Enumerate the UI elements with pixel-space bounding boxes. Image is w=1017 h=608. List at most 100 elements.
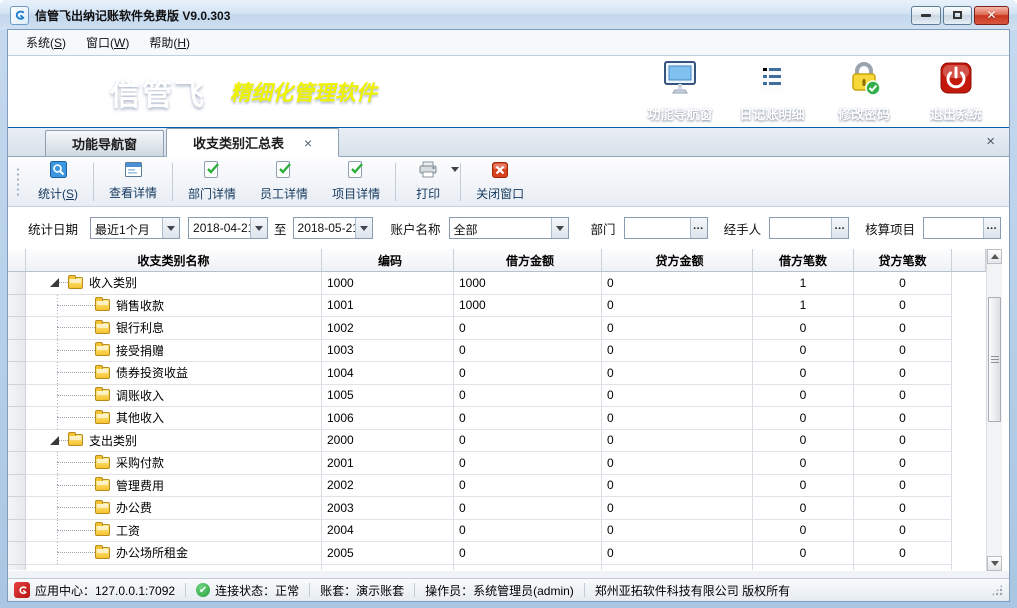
department-field[interactable]: …: [624, 217, 708, 239]
exit-system-button[interactable]: 退出系统: [915, 60, 997, 123]
folder-icon: [95, 524, 110, 536]
table-row[interactable]: 办公费 2003 0 0 0 0: [8, 497, 986, 520]
project-details-icon: [348, 161, 364, 183]
folder-icon: [95, 412, 110, 424]
employee-details-button[interactable]: 员工详情: [248, 158, 320, 205]
chevron-down-icon[interactable]: [551, 218, 568, 238]
tab-close-icon[interactable]: ×: [304, 136, 312, 150]
column-header-debit-count[interactable]: 借方笔数: [753, 249, 854, 272]
column-header-credit-count[interactable]: 贷方笔数: [854, 249, 952, 272]
folder-icon: [95, 367, 110, 379]
ellipsis-icon[interactable]: …: [983, 218, 1000, 238]
scroll-down-button[interactable]: [987, 556, 1002, 571]
menu-window[interactable]: 窗口(W): [76, 31, 139, 54]
column-header-credit[interactable]: 贷方金额: [602, 249, 753, 272]
table-row[interactable]: 管理费用 2002 0 0 0 0: [8, 475, 986, 498]
date-filter-label: 统计日期: [28, 219, 78, 238]
brand-slogan: 精细化管理软件: [230, 77, 377, 107]
scrollbar-thumb[interactable]: [988, 297, 1001, 422]
table-row[interactable]: 采购付款 2001 0 0 0 0: [8, 452, 986, 475]
app-window: 信管飞出纳记账软件免费版 V9.0.303 ✕ 系统(S) 窗口(W) 帮助(H…: [0, 0, 1017, 608]
account-select[interactable]: 全部: [449, 217, 569, 239]
toolbar-separator: [172, 163, 173, 201]
monitor-icon: [661, 60, 699, 101]
account-set-status: 账套：演示账套: [320, 582, 404, 599]
table-row[interactable]: 调账收入 1005 0 0 0 0: [8, 385, 986, 408]
column-header-code[interactable]: 编码: [322, 249, 454, 272]
print-button[interactable]: 打印: [399, 158, 457, 205]
vertical-scrollbar[interactable]: [986, 249, 1002, 571]
view-details-icon: [125, 162, 142, 182]
column-header-debit[interactable]: 借方金额: [454, 249, 602, 272]
close-button[interactable]: ✕: [974, 6, 1009, 25]
tabstrip-close-icon[interactable]: ×: [986, 134, 995, 149]
table-row-partial: [8, 565, 986, 570]
journal-icon: [754, 60, 790, 101]
date-from-select[interactable]: 2018-04-21: [188, 217, 268, 239]
scroll-up-icon: [991, 254, 999, 259]
table-row[interactable]: 销售收款 1001 1000 0 1 0: [8, 295, 986, 318]
summary-table: 收支类别名称 编码 借方金额 贷方金额 借方笔数 贷方笔数 收入类别 1000 …: [8, 249, 1002, 571]
titlebar: 信管飞出纳记账软件免费版 V9.0.303 ✕: [0, 0, 1017, 30]
department-details-button[interactable]: 部门详情: [176, 158, 248, 205]
resize-grip[interactable]: [991, 584, 1003, 596]
project-field[interactable]: …: [923, 217, 1001, 239]
date-preset-select[interactable]: 最近1个月: [90, 217, 180, 239]
chevron-down-icon[interactable]: [162, 218, 179, 238]
journal-detail-button[interactable]: 日记账明细: [731, 60, 813, 123]
nav-window-button[interactable]: 功能导航窗: [639, 60, 721, 123]
window-title: 信管飞出纳记账软件免费版 V9.0.303: [35, 7, 230, 24]
connection-status: 连接状态：正常: [215, 582, 299, 599]
toolbar-grip[interactable]: [16, 167, 20, 197]
brand-logo-icon: [54, 68, 100, 115]
project-details-button[interactable]: 项目详情: [320, 158, 392, 205]
date-to-select[interactable]: 2018-05-21: [293, 217, 373, 239]
to-label: 至: [274, 219, 287, 238]
table-header-row: 收支类别名称 编码 借方金额 贷方金额 借方笔数 贷方笔数: [8, 249, 986, 272]
folder-icon: [95, 479, 110, 491]
maximize-button[interactable]: [943, 6, 972, 25]
content-gap: [8, 571, 1009, 578]
ellipsis-icon[interactable]: …: [690, 218, 707, 238]
handler-filter-label: 经手人: [724, 219, 762, 238]
connected-icon: ✔: [196, 583, 210, 597]
tab-category-summary[interactable]: 收支类别汇总表 ×: [166, 128, 339, 157]
column-header-name[interactable]: 收支类别名称: [26, 249, 322, 272]
close-window-button[interactable]: 关闭窗口: [464, 159, 536, 205]
minimize-button[interactable]: [911, 6, 941, 25]
brand-name: 信管飞: [110, 70, 206, 114]
view-details-button[interactable]: 查看详情: [97, 159, 169, 204]
tab-nav-window[interactable]: 功能导航窗: [45, 130, 164, 156]
department-filter-label: 部门: [591, 219, 616, 238]
table-row[interactable]: 其他收入 1006 0 0 0 0: [8, 407, 986, 430]
table-row[interactable]: 收入类别 1000 1000 0 1 0: [8, 272, 986, 295]
expand-toggle[interactable]: [50, 278, 59, 287]
print-dropdown-icon[interactable]: [451, 167, 459, 172]
folder-icon: [95, 502, 110, 514]
ellipsis-icon[interactable]: …: [831, 218, 848, 238]
department-details-icon: [204, 161, 220, 183]
table-row[interactable]: 债券投资收益 1004 0 0 0 0: [8, 362, 986, 385]
menu-help[interactable]: 帮助(H): [139, 31, 200, 54]
statistics-button[interactable]: 统计(S): [26, 158, 90, 205]
table-row[interactable]: 支出类别 2000 0 0 0 0: [8, 430, 986, 453]
folder-icon: [95, 344, 110, 356]
scroll-up-button[interactable]: [987, 249, 1002, 264]
table-row[interactable]: 办公场所租金 2005 0 0 0 0: [8, 542, 986, 565]
chevron-down-icon[interactable]: [250, 218, 267, 238]
chevron-down-icon[interactable]: [355, 218, 372, 238]
brand-separator: ·: [214, 78, 222, 106]
change-password-button[interactable]: 修改密码: [823, 60, 905, 123]
expand-toggle[interactable]: [50, 436, 59, 445]
table-row[interactable]: 工资 2004 0 0 0 0: [8, 520, 986, 543]
close-icon: ✕: [986, 8, 996, 22]
folder-icon: [95, 547, 110, 559]
row-indicator-header: [8, 249, 26, 272]
column-header-filler: [952, 249, 986, 272]
menu-system[interactable]: 系统(S): [16, 31, 76, 54]
power-icon: [938, 60, 974, 101]
table-row[interactable]: 接受捐赠 1003 0 0 0 0: [8, 340, 986, 363]
employee-details-icon: [276, 161, 292, 183]
table-row[interactable]: 银行利息 1002 0 0 0 0: [8, 317, 986, 340]
handler-field[interactable]: …: [769, 217, 849, 239]
